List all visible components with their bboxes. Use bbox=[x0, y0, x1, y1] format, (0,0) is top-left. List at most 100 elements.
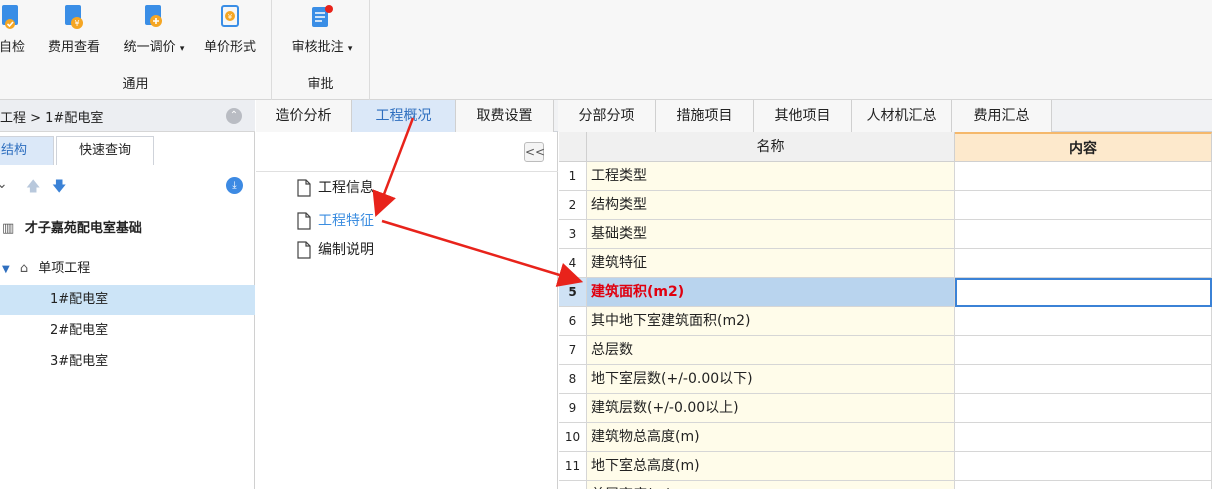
tab-measure-items[interactable]: 措施项目 bbox=[656, 100, 754, 132]
left-panel-tabs: 结构 快速查询 bbox=[0, 136, 255, 165]
overview-nav-panel: << 工程信息 工程特征 编制说明 bbox=[256, 132, 558, 489]
row-number: 4 bbox=[559, 249, 587, 278]
feature-name-cell[interactable]: 总层数 bbox=[587, 336, 955, 365]
nav-item-project-info[interactable]: 工程信息 bbox=[296, 176, 374, 200]
table-row[interactable]: 10 建筑物总高度(m) bbox=[559, 423, 1212, 452]
feature-name-cell[interactable]: 建筑面积(m2) bbox=[587, 278, 955, 307]
unified-price-adjust-label: 统一调价 ▾ bbox=[114, 36, 194, 55]
feature-name-cell[interactable]: 建筑物总高度(m) bbox=[587, 423, 955, 452]
table-row[interactable]: 12首层高度(m) bbox=[559, 481, 1212, 489]
feature-name-cell[interactable]: 其中地下室建筑面积(m2) bbox=[587, 307, 955, 336]
tab-divisional-items[interactable]: 分部分项 bbox=[558, 100, 656, 132]
tree-item[interactable]: 1#配电室 bbox=[0, 285, 255, 315]
row-number: 5 bbox=[559, 278, 587, 307]
unified-price-adjust-button[interactable]: 统一调价 ▾ bbox=[114, 4, 194, 66]
main-tab-bar: 造价分析 工程概况 取费设置 分部分项 措施项目 其他项目 人材机汇总 费用汇总 bbox=[256, 100, 1212, 132]
tab-fee-settings[interactable]: 取费设置 bbox=[456, 100, 554, 132]
download-icon[interactable]: ⤓ bbox=[226, 177, 243, 194]
tab-project-overview[interactable]: 工程概况 bbox=[352, 100, 456, 132]
unit-price-form-button[interactable]: ¥ 单价形式 bbox=[196, 4, 264, 66]
review-annotation-icon bbox=[312, 5, 333, 27]
table-row[interactable]: 4 建筑特征 bbox=[559, 249, 1212, 278]
tree-item[interactable]: 3#配电室 bbox=[0, 347, 255, 377]
svg-text:¥: ¥ bbox=[74, 19, 79, 28]
document-icon bbox=[297, 179, 311, 197]
table-row[interactable]: 6 其中地下室建筑面积(m2) bbox=[559, 307, 1212, 336]
review-annotation-text: 审核批注 bbox=[291, 40, 344, 55]
expand-caret-icon: ▼ bbox=[2, 264, 10, 275]
move-up-icon[interactable]: 🡅 bbox=[26, 176, 40, 200]
cost-view-label: 费用查看 bbox=[47, 40, 100, 55]
feature-name-cell[interactable]: 地下室层数(+/-0.00以下) bbox=[587, 365, 955, 394]
feature-content-cell[interactable] bbox=[955, 220, 1212, 249]
feature-content-cell[interactable] bbox=[955, 394, 1212, 423]
feature-name-cell[interactable]: 建筑层数(+/-0.00以上) bbox=[587, 394, 955, 423]
ribbon-toolbar: 自检 ¥ 费用查看 统一调价 ▾ ¥ 单价形式 通用 审核批注 ▾ 审批 bbox=[0, 0, 1212, 100]
self-check-button[interactable]: 自检 bbox=[0, 4, 34, 66]
tab-structure[interactable]: 结构 bbox=[0, 136, 54, 165]
feature-content-cell[interactable] bbox=[955, 423, 1212, 452]
row-number: 12 bbox=[559, 481, 587, 489]
self-check-label: 自检 bbox=[0, 40, 25, 55]
feature-content-cell[interactable] bbox=[955, 365, 1212, 394]
nav-item-compilation-notes[interactable]: 编制说明 bbox=[296, 238, 374, 262]
ribbon-group-approval: 审核批注 ▾ 审批 bbox=[272, 0, 370, 100]
nav-item-label: 编制说明 bbox=[318, 242, 374, 258]
feature-name-cell[interactable]: 建筑特征 bbox=[587, 249, 955, 278]
project-breadcrumb-bar: 工程 > 1#配电室 ⌃ bbox=[0, 100, 255, 132]
building-icon: ▥ bbox=[2, 221, 15, 236]
row-number: 9 bbox=[559, 394, 587, 423]
tab-quick-search[interactable]: 快速查询 bbox=[56, 136, 154, 165]
table-row[interactable]: 7 总层数 bbox=[559, 336, 1212, 365]
tree-toolbar: ⌄ 🡅 🡇 ⤓ bbox=[0, 172, 255, 198]
nav-item-project-features[interactable]: 工程特征 bbox=[296, 209, 374, 233]
dropdown-caret-icon: ▾ bbox=[347, 44, 353, 54]
collapse-panel-icon[interactable]: ⌃ bbox=[226, 108, 242, 124]
tree-group[interactable]: ▼ ⌂ 单项工程 bbox=[0, 254, 255, 284]
feature-content-cell[interactable] bbox=[955, 249, 1212, 278]
tree-root[interactable]: ▥ 才子嘉苑配电室基础 bbox=[0, 214, 255, 244]
feature-name-cell[interactable]: 基础类型 bbox=[587, 220, 955, 249]
table-row[interactable]: 5 建筑面积(m2) bbox=[559, 278, 1212, 307]
feature-name-cell[interactable]: 结构类型 bbox=[587, 191, 955, 220]
breadcrumb: 工程 > 1#配电室 bbox=[0, 111, 104, 126]
tab-other-items[interactable]: 其他项目 bbox=[754, 100, 852, 132]
app-window: 自检 ¥ 费用查看 统一调价 ▾ ¥ 单价形式 通用 审核批注 ▾ 审批 工程 … bbox=[0, 0, 1212, 489]
feature-name-cell[interactable]: 工程类型 bbox=[587, 162, 955, 191]
table-row[interactable]: 3 基础类型 bbox=[559, 220, 1212, 249]
feature-content-cell[interactable] bbox=[955, 336, 1212, 365]
grid-header-content[interactable]: 内容 bbox=[955, 132, 1212, 162]
ribbon-group-general-title: 通用 bbox=[122, 77, 149, 92]
feature-content-cell[interactable] bbox=[955, 452, 1212, 481]
tab-labor-material-summary[interactable]: 人材机汇总 bbox=[852, 100, 952, 132]
table-row[interactable]: 11 地下室总高度(m) bbox=[559, 452, 1212, 481]
move-down-icon[interactable]: 🡇 bbox=[52, 176, 66, 200]
self-check-icon bbox=[2, 5, 18, 29]
review-annotation-button[interactable]: 审核批注 ▾ bbox=[286, 4, 358, 66]
tree-item[interactable]: 2#配电室 bbox=[0, 316, 255, 346]
feature-content-cell[interactable] bbox=[955, 481, 1212, 489]
ribbon-group-approval-title: 审批 bbox=[307, 77, 334, 92]
tree-menu-icon[interactable]: ⌄ bbox=[0, 176, 8, 192]
overview-nav-header: << bbox=[256, 132, 558, 172]
feature-content-cell[interactable] bbox=[955, 162, 1212, 191]
table-row[interactable]: 9 建筑层数(+/-0.00以上) bbox=[559, 394, 1212, 423]
unit-price-form-icon: ¥ bbox=[221, 5, 239, 27]
row-number: 11 bbox=[559, 452, 587, 481]
row-number: 2 bbox=[559, 191, 587, 220]
tab-cost-summary[interactable]: 费用汇总 bbox=[952, 100, 1052, 132]
feature-name-cell[interactable]: 地下室总高度(m) bbox=[587, 452, 955, 481]
feature-name-cell[interactable]: 首层高度(m) bbox=[587, 481, 955, 489]
table-row[interactable]: 2 结构类型 bbox=[559, 191, 1212, 220]
feature-content-cell[interactable] bbox=[955, 191, 1212, 220]
price-adjust-icon bbox=[145, 5, 162, 27]
feature-content-cell[interactable] bbox=[955, 307, 1212, 336]
collapse-nav-button[interactable]: << bbox=[524, 142, 545, 162]
feature-content-cell[interactable] bbox=[955, 278, 1212, 307]
grid-header-name[interactable]: 名称 bbox=[587, 132, 955, 162]
cost-view-button[interactable]: ¥ 费用查看 bbox=[40, 4, 108, 66]
table-row[interactable]: 8 地下室层数(+/-0.00以下) bbox=[559, 365, 1212, 394]
table-row[interactable]: 1 工程类型 bbox=[559, 162, 1212, 191]
row-number: 1 bbox=[559, 162, 587, 191]
tab-cost-analysis[interactable]: 造价分析 bbox=[256, 100, 352, 132]
